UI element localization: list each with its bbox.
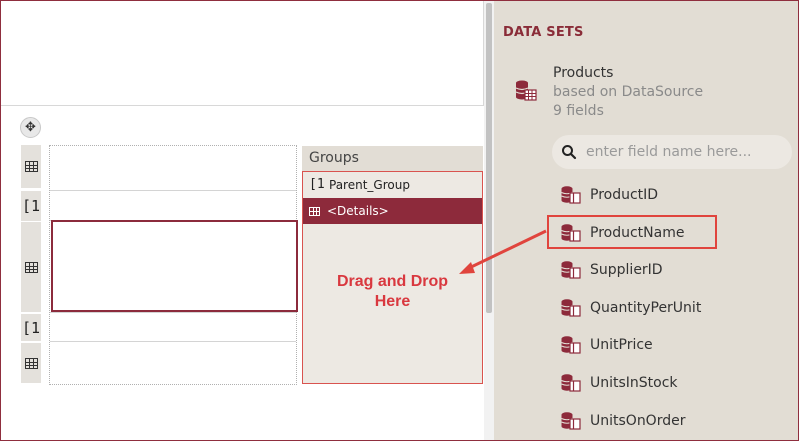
field-label: SupplierID	[590, 262, 663, 279]
row-handle-header[interactable]	[21, 145, 41, 188]
field-icon	[560, 260, 582, 280]
report-designer-window: ✥ [1 [1 Groups [1 Parent_Group <Details>	[0, 0, 799, 441]
row-divider	[50, 341, 296, 342]
row-handle-group[interactable]: [1	[21, 191, 41, 221]
field-item[interactable]: SupplierID	[560, 258, 663, 282]
table-row-icon	[24, 357, 38, 369]
group-item-details[interactable]: <Details>	[303, 198, 482, 224]
field-search-input[interactable]	[586, 144, 781, 160]
highlighted-field-box	[547, 215, 717, 249]
field-label: UnitsInStock	[590, 375, 678, 391]
details-row-selected[interactable]	[51, 220, 298, 312]
details-grid-icon	[309, 206, 320, 216]
dataset-name: Products	[553, 65, 614, 81]
table-control[interactable]	[49, 145, 298, 385]
row-handle-details[interactable]	[21, 222, 41, 312]
data-sets-title: DATA SETS	[503, 25, 584, 40]
vertical-scrollbar[interactable]	[484, 1, 494, 440]
group-bracket-icon: [1	[21, 197, 41, 215]
group-item-parent[interactable]: [1 Parent_Group	[303, 172, 482, 198]
dataset-field-count: 9 fields	[553, 103, 604, 119]
field-icon	[560, 298, 582, 318]
field-icon	[560, 411, 582, 431]
field-label: UnitsOnOrder	[590, 412, 686, 429]
drop-instruction: Drag and Drop Here	[303, 272, 482, 312]
scrollbar-thumb[interactable]	[486, 3, 492, 313]
data-sets-panel: DATA SETS Products based on DataSource 9…	[494, 1, 798, 440]
group-bracket-icon: [1	[309, 177, 325, 192]
field-search[interactable]	[552, 135, 792, 169]
field-item[interactable]: UnitsOnOrder	[560, 409, 685, 433]
search-icon	[552, 144, 586, 160]
dataset-source: based on DataSource	[553, 84, 704, 100]
field-item[interactable]: UnitPrice	[560, 333, 653, 357]
details-row-icon	[24, 261, 38, 273]
report-canvas-body[interactable]	[1, 1, 484, 106]
group-item-label: <Details>	[327, 204, 389, 218]
design-surface[interactable]: ✥ [1 [1 Groups [1 Parent_Group <Details>	[1, 1, 485, 440]
field-icon	[560, 373, 582, 393]
row-handle-footer[interactable]	[21, 343, 41, 383]
row-handle-group-footer[interactable]: [1	[21, 314, 41, 341]
field-label: UnitPrice	[590, 337, 653, 354]
table-row-icon	[24, 161, 38, 172]
groups-panel: Groups [1 Parent_Group <Details> Drag an…	[302, 146, 483, 384]
groups-panel-title: Groups	[302, 146, 483, 171]
field-icon	[560, 185, 582, 205]
group-item-label: Parent_Group	[329, 178, 410, 192]
group-drop-zone[interactable]: [1 Parent_Group <Details> Drag and Drop …	[302, 171, 483, 384]
move-icon[interactable]: ✥	[20, 117, 41, 138]
group-bracket-icon: [1	[21, 318, 41, 337]
dataset-icon	[514, 79, 538, 107]
field-label: QuantityPerUnit	[590, 299, 702, 316]
drop-instruction-line: Drag and Drop	[336, 273, 449, 290]
field-item[interactable]: QuantityPerUnit	[560, 296, 701, 320]
row-divider	[50, 312, 296, 313]
row-divider	[50, 190, 296, 191]
field-item[interactable]: ProductID	[560, 183, 658, 207]
field-icon	[560, 335, 582, 355]
drop-instruction-line: Here	[374, 293, 411, 310]
field-label: ProductID	[590, 187, 659, 203]
field-item[interactable]: UnitsInStock	[560, 371, 678, 395]
